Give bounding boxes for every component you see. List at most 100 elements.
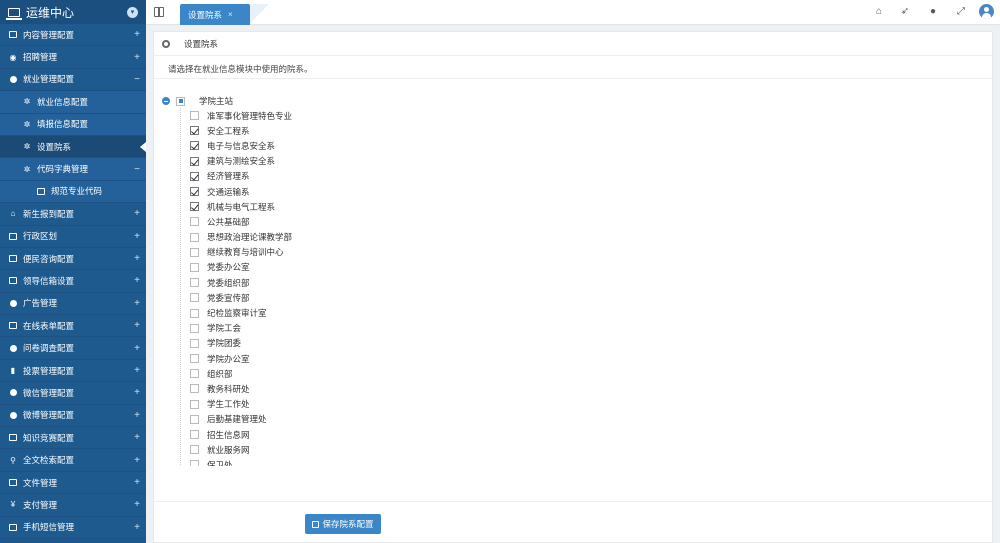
sidebar-item[interactable]: ✲ 设置院系 (0, 135, 146, 159)
sidebar-item[interactable]: 知识竞赛配置 + (0, 427, 146, 450)
department-checkbox[interactable] (190, 247, 199, 257)
expand-icon[interactable]: + (134, 477, 140, 488)
collapse-icon[interactable]: ▾ (127, 6, 138, 18)
tree-node[interactable]: 电子与信息安全系 (190, 138, 462, 153)
tree-node[interactable]: 党委组织部 (190, 275, 462, 290)
expand-icon[interactable]: + (134, 343, 140, 354)
sidebar-item[interactable]: ◉ 招聘管理 + (0, 46, 146, 69)
tree-node[interactable]: 交通运输系 (190, 184, 462, 199)
department-checkbox[interactable] (190, 278, 199, 288)
sidebar-item[interactable]: 行政区划 + (0, 226, 146, 248)
sidebar-item[interactable]: 问卷调查配置 + (0, 337, 146, 360)
expand-icon[interactable]: + (134, 387, 140, 398)
tree-node[interactable]: 党委宣传部 (190, 290, 462, 305)
chat-icon[interactable]: ● (926, 5, 940, 19)
sidebar-item[interactable]: 规范专业代码 (0, 180, 146, 204)
avatar[interactable] (979, 4, 994, 19)
sidebar-item[interactable]: 手机短信管理 + (0, 517, 146, 539)
department-checkbox[interactable] (190, 217, 199, 227)
department-checkbox[interactable] (190, 187, 199, 197)
expand-icon[interactable]: + (134, 499, 140, 510)
department-checkbox[interactable] (190, 111, 199, 121)
sidebar-item[interactable]: 组织机构管理+ (0, 539, 146, 543)
tree-node[interactable]: 公共基础部 (190, 214, 462, 229)
department-checkbox[interactable] (190, 430, 199, 440)
department-checkbox[interactable] (190, 141, 199, 151)
department-checkbox[interactable] (190, 262, 199, 272)
department-checkbox[interactable] (190, 399, 199, 409)
expand-icon[interactable]: + (134, 455, 140, 466)
department-checkbox[interactable] (190, 308, 199, 318)
tree-node[interactable]: 党委办公室 (190, 260, 462, 275)
tree-node[interactable]: 学生工作处 (190, 397, 462, 412)
tree-node[interactable]: 机械与电气工程系 (190, 199, 462, 214)
department-checkbox[interactable] (190, 338, 199, 348)
tree-node[interactable]: 保卫处 (190, 457, 462, 466)
expand-icon[interactable]: + (134, 253, 140, 264)
close-tab-icon[interactable]: × (228, 10, 233, 19)
expand-icon[interactable]: + (134, 52, 140, 63)
tree-node[interactable]: 建筑与测绘安全系 (190, 154, 462, 169)
tab-set-departments[interactable]: 设置院系 × (180, 4, 250, 25)
department-checkbox[interactable] (190, 171, 199, 181)
sidebar-item[interactable]: 文件管理 + (0, 472, 146, 495)
department-checkbox[interactable] (190, 156, 199, 166)
save-departments-button[interactable]: 保存院系配置 (305, 514, 381, 534)
sidebar-item[interactable]: 在线表单配置 + (0, 315, 146, 338)
department-checkbox[interactable] (190, 384, 199, 394)
tree-node[interactable]: 招生信息网 (190, 427, 462, 442)
tree-node[interactable]: 准军事化管理特色专业 (190, 108, 462, 123)
expand-icon[interactable]: + (134, 432, 140, 443)
tree-node[interactable]: 学院办公室 (190, 351, 462, 366)
expand-icon[interactable]: + (134, 275, 140, 286)
expand-icon[interactable]: + (134, 522, 140, 533)
fullscreen-icon[interactable]: ⤢ (954, 5, 968, 19)
sidebar-item[interactable]: 便民咨询配置 + (0, 248, 146, 271)
department-checkbox[interactable] (190, 445, 199, 455)
tree-node[interactable]: 学院团委 (190, 336, 462, 351)
sidebar-item[interactable]: 就业管理配置 − (0, 69, 146, 92)
tree-node[interactable]: 思想政治理论课教学部 (190, 230, 462, 245)
expand-icon[interactable]: + (134, 231, 140, 242)
tree-root[interactable]: 学院主站 (162, 94, 462, 108)
expand-icon[interactable]: + (134, 365, 140, 376)
rocket-icon[interactable]: ➶ (898, 5, 912, 19)
tree-node[interactable]: 教务科研处 (190, 381, 462, 396)
tree-node[interactable]: 经济管理系 (190, 169, 462, 184)
sidebar-item[interactable]: 内容管理配置 + (0, 24, 146, 47)
department-checkbox[interactable] (190, 232, 199, 242)
sidebar-item[interactable]: 领导信箱设置 + (0, 270, 146, 293)
root-checkbox[interactable] (176, 96, 185, 106)
department-checkbox[interactable] (190, 354, 199, 364)
sidebar-toggle-icon[interactable] (154, 7, 164, 17)
tree-node[interactable]: 纪检监察审计室 (190, 305, 462, 320)
tree-node[interactable]: 学院工会 (190, 321, 462, 336)
sidebar-item[interactable]: ⚲ 全文检索配置 + (0, 449, 146, 472)
tree-node[interactable]: 后勤基建管理处 (190, 412, 462, 427)
home-icon[interactable]: ⌂ (872, 5, 886, 19)
sidebar-item[interactable]: ✲ 代码字典管理 − (0, 158, 146, 181)
expand-icon[interactable]: + (134, 208, 140, 219)
department-checkbox[interactable] (190, 202, 199, 212)
expand-icon[interactable]: + (134, 298, 140, 309)
sidebar-item[interactable]: 微博管理配置 + (0, 405, 146, 428)
expand-icon[interactable]: + (134, 29, 140, 40)
tree-node[interactable]: 安全工程系 (190, 123, 462, 138)
department-checkbox[interactable] (190, 460, 199, 466)
tree-node[interactable]: 继续教育与培训中心 (190, 245, 462, 260)
department-checkbox[interactable] (190, 293, 199, 303)
tree-node[interactable]: 就业服务网 (190, 442, 462, 457)
expand-icon[interactable]: + (134, 320, 140, 331)
sidebar-item[interactable]: 广告管理 + (0, 293, 146, 316)
sidebar-item[interactable]: ✲ 填报信息配置 (0, 113, 146, 136)
expand-icon[interactable]: + (134, 410, 140, 421)
collapse-icon[interactable]: − (134, 164, 140, 175)
sidebar-item[interactable]: ⌂ 新生报到配置 + (0, 203, 146, 226)
department-checkbox[interactable] (190, 323, 199, 333)
collapse-icon[interactable]: − (134, 74, 140, 85)
collapse-node-icon[interactable] (162, 97, 170, 105)
department-checkbox[interactable] (190, 369, 199, 379)
tree-node[interactable]: 组织部 (190, 366, 462, 381)
sidebar-item[interactable]: 微信管理配置 + (0, 382, 146, 405)
sidebar-item[interactable]: ¥ 支付管理 + (0, 494, 146, 517)
